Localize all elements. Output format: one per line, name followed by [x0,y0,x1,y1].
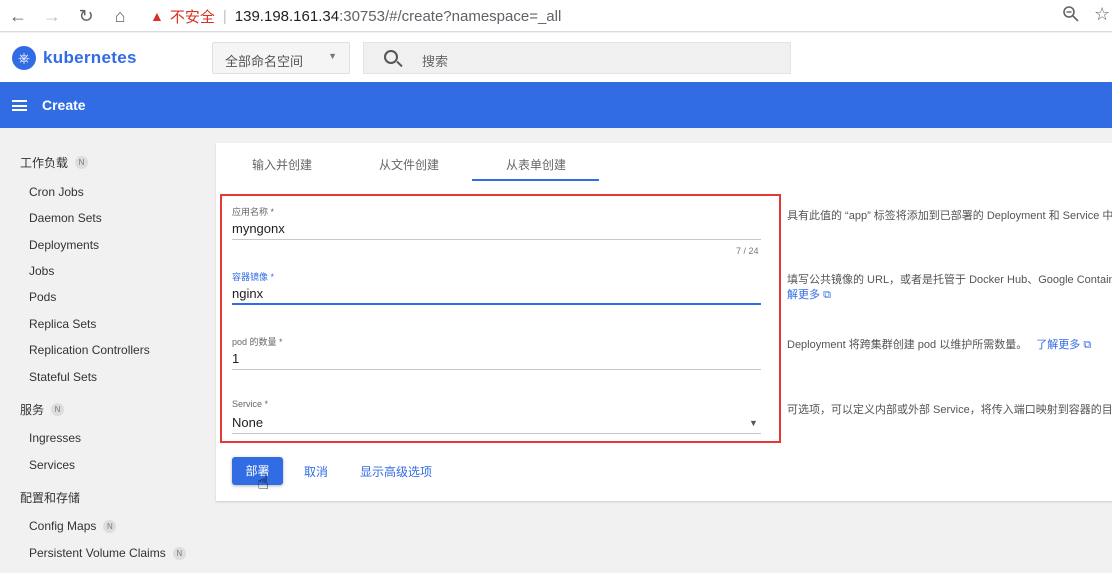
page-title: Create [42,97,86,113]
namespaced-badge: N [172,546,186,560]
sidebar-item-jobs[interactable]: Jobs [29,264,54,278]
image-input[interactable]: nginx [232,286,263,301]
sidebar-section-config[interactable]: 配置和存储 [20,489,80,506]
kubernetes-logo-icon[interactable]: ⎈ [12,46,36,70]
search-input[interactable]: 搜索 [363,42,791,74]
image-label: 容器镜像 * [232,272,275,282]
app-header: ⎈ kubernetes 全部命名空间 ▼ 搜索 [0,33,1112,82]
search-icon [384,50,398,64]
namespaced-badge: N [75,156,89,169]
warning-icon: ▲ [150,8,164,24]
sidebar-item-daemon-sets[interactable]: Daemon Sets [29,211,102,225]
service-label: Service * [232,399,269,409]
namespace-value: 全部命名空间 [225,54,304,69]
tab-input-create[interactable]: 输入并创建 [252,156,312,173]
sidebar-item-replication-controllers[interactable]: Replication Controllers [29,343,150,357]
sidebar-item-deployments[interactable]: Deployments [29,238,99,252]
namespaced-badge: N [51,403,65,416]
browser-toolbar: ← → ↻ ⌂ ▲ 不安全 | 139.198.161.34 :30753/#/… [0,0,1112,32]
sidebar-item-replica-sets[interactable]: Replica Sets [29,317,96,331]
service-help: 可选项，可以定义内部或外部 Service，将传入端口映射到容器的目 [787,404,1112,416]
title-bar: Create [0,82,1112,128]
pods-label: pod 的数量 * [232,337,283,347]
sidebar-item-pods[interactable]: Pods [29,290,56,304]
external-link-icon: ⧉ [823,289,831,301]
namespace-select[interactable]: 全部命名空间 ▼ [212,42,350,74]
cancel-button[interactable]: 取消 [304,463,328,480]
sidebar-section-services[interactable]: 服务 N [20,401,65,418]
sidebar-item-persistent-volume-claims[interactable]: Persistent Volume Claims N [29,546,186,560]
pods-input[interactable]: 1 [232,351,239,366]
active-tab-indicator [472,179,599,181]
zoom-icon[interactable] [1062,5,1082,25]
highlight-box [220,194,781,443]
image-help: 填写公共镜像的 URL，或者是托管于 Docker Hub、Google Con… [787,274,1112,286]
url-path: :30753/#/create?namespace=_all [339,7,562,25]
bookmark-star-icon[interactable]: ☆ [1094,4,1110,25]
insecure-label: 不安全 [169,8,215,26]
pods-learn-more[interactable]: 了解更多 [1036,339,1080,351]
sidebar-item-services[interactable]: Services [29,458,75,472]
address-bar[interactable]: ▲ 不安全 | 139.198.161.34 :30753/#/create?n… [150,6,561,26]
tab-form-create[interactable]: 从表单创建 [506,156,566,173]
sidebar-item-cron-jobs[interactable]: Cron Jobs [29,185,84,199]
sidebar: 工作负载 N Cron Jobs Daemon Sets Deployments… [0,128,200,573]
url-host: 139.198.161.34 [234,7,340,25]
sidebar-item-config-maps[interactable]: Config Maps N [29,519,117,533]
sidebar-section-workloads[interactable]: 工作负载 N [20,154,89,171]
namespaced-badge: N [103,519,117,533]
chevron-down-icon[interactable]: ▼ [749,418,758,428]
app-name-counter: 7 / 24 [736,246,759,256]
show-advanced-button[interactable]: 显示高级选项 [360,463,432,480]
hand-cursor-icon: ☝ [257,472,270,494]
sidebar-item-ingresses[interactable]: Ingresses [29,431,81,445]
service-select[interactable]: None [232,415,263,430]
create-card: 输入并创建 从文件创建 从表单创建 应用名称 * myngonx 7 / 24 … [216,143,1112,501]
brand-name[interactable]: kubernetes [43,48,137,68]
forward-icon[interactable]: → [40,4,64,28]
reload-icon[interactable]: ↻ [74,4,98,28]
home-icon[interactable]: ⌂ [108,4,132,28]
external-link-icon: ⧉ [1083,339,1092,351]
pods-help: Deployment 将跨集群创建 pod 以维护所需数量。 了解更多 ⧉ [787,339,1092,351]
search-placeholder: 搜索 [422,54,449,69]
chevron-down-icon: ▼ [328,51,337,61]
app-name-label: 应用名称 * [232,207,275,217]
app-name-help: 具有此值的 “app” 标签将添加到已部署的 Deployment 和 Serv… [787,210,1112,222]
menu-icon[interactable] [12,100,27,111]
sidebar-item-stateful-sets[interactable]: Stateful Sets [29,370,97,384]
back-icon[interactable]: ← [6,4,30,28]
app-name-input[interactable]: myngonx [232,221,285,236]
image-learn-more[interactable]: 解更多 ⧉ [787,286,831,302]
tab-bar: 输入并创建 从文件创建 从表单创建 [216,143,1112,181]
tab-file-create[interactable]: 从文件创建 [379,156,439,173]
